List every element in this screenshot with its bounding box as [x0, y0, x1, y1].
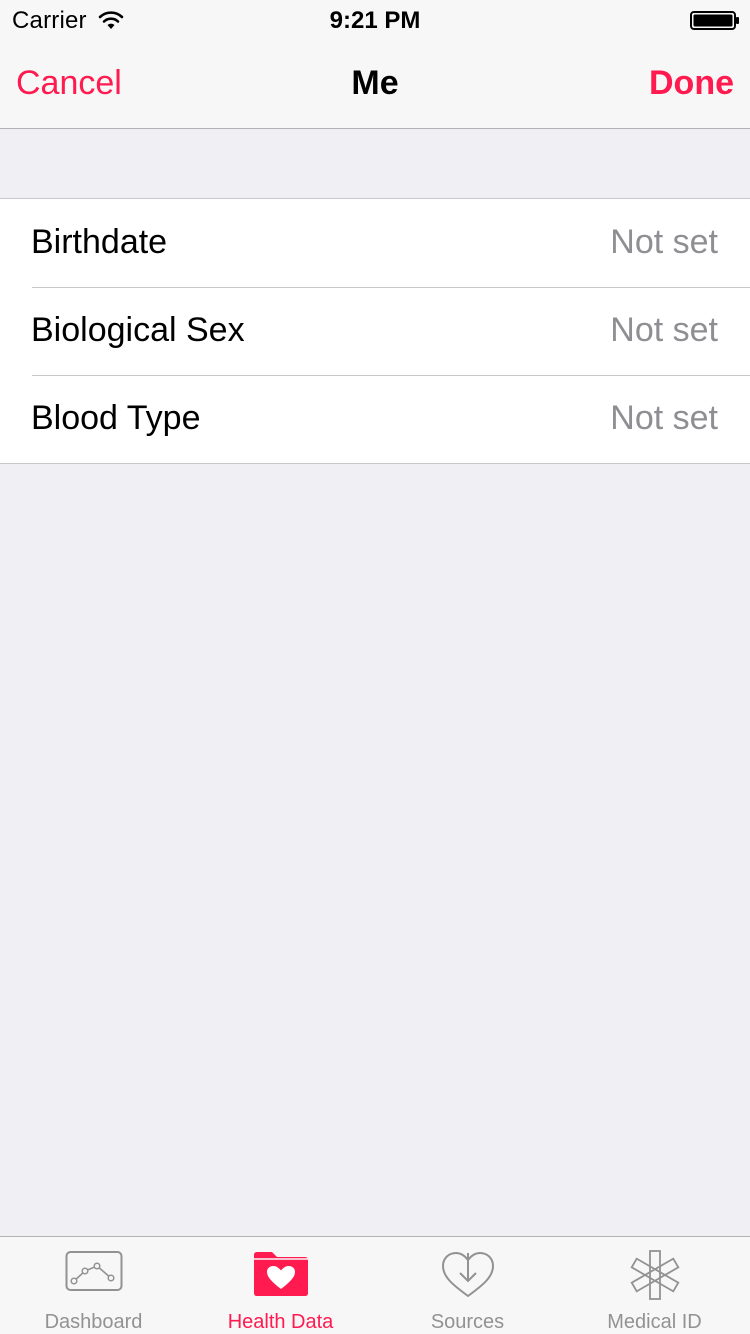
- tab-dashboard[interactable]: Dashboard: [0, 1237, 187, 1334]
- tab-medical-id[interactable]: Medical ID: [561, 1237, 748, 1334]
- done-button[interactable]: Done: [649, 64, 734, 103]
- dashboard-chart-icon: [65, 1251, 122, 1291]
- tab-sources[interactable]: Sources: [374, 1237, 561, 1334]
- sources-heart-arrow-icon: [441, 1251, 494, 1298]
- profile-table: Birthdate Not set Biological Sex Not set…: [0, 198, 750, 464]
- biological-sex-row[interactable]: Biological Sex Not set: [0, 287, 750, 375]
- page-title: Me: [351, 64, 399, 102]
- tab-health-data[interactable]: Health Data: [187, 1237, 374, 1334]
- battery-icon: [690, 11, 739, 30]
- row-value: Not set: [610, 311, 718, 349]
- row-label: Blood Type: [31, 399, 201, 437]
- row-label: Biological Sex: [31, 311, 245, 349]
- tab-label: Sources: [430, 1311, 505, 1333]
- tab-label: Dashboard: [44, 1311, 143, 1333]
- row-value: Not set: [610, 223, 718, 261]
- status-time: 9:21 PM: [329, 7, 421, 34]
- status-bar: Carrier 9:21 PM: [0, 0, 750, 40]
- tab-bar: Dashboard Health Data Sources Medical ID: [0, 1236, 750, 1334]
- row-value: Not set: [610, 399, 718, 437]
- tab-label: Medical ID: [607, 1311, 702, 1333]
- medical-star-of-life-icon: [629, 1250, 680, 1300]
- birthdate-row[interactable]: Birthdate Not set: [0, 199, 750, 287]
- row-label: Birthdate: [31, 223, 168, 261]
- tab-label: Health Data: [227, 1311, 334, 1333]
- blood-type-row[interactable]: Blood Type Not set: [0, 375, 750, 463]
- health-data-folder-heart-icon: [253, 1252, 308, 1296]
- navigation-bar: Cancel Me Done: [0, 40, 750, 129]
